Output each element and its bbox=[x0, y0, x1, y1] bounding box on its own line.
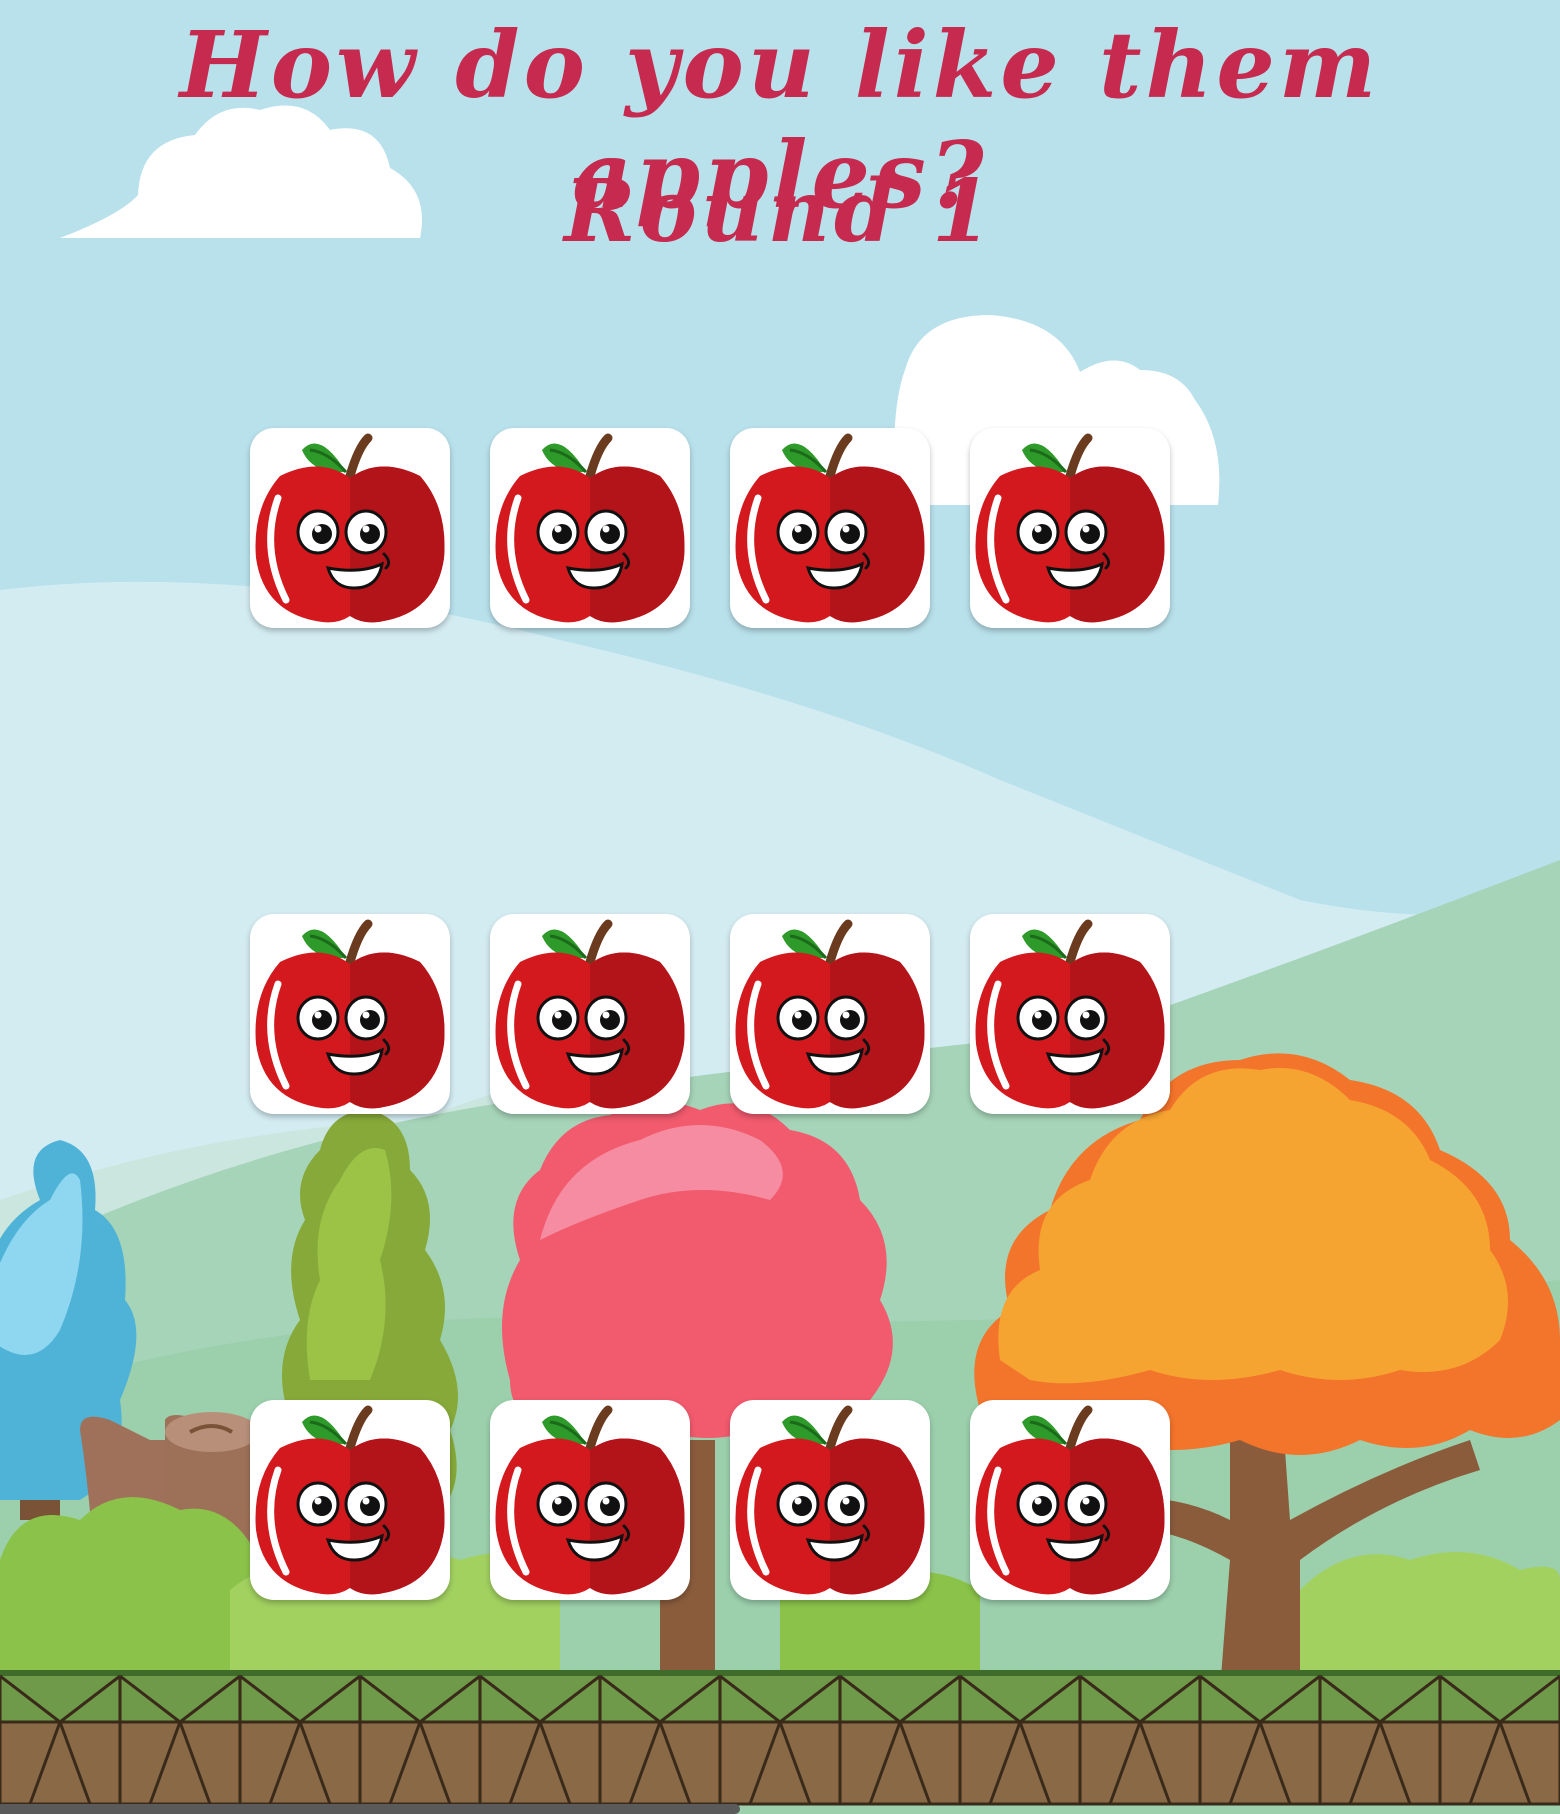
memory-card[interactable] bbox=[970, 1400, 1170, 1600]
apple-face-icon bbox=[735, 1405, 925, 1595]
apple-face-icon bbox=[735, 919, 925, 1109]
memory-card[interactable] bbox=[250, 1400, 450, 1600]
memory-card[interactable] bbox=[490, 428, 690, 628]
apple-face-icon bbox=[255, 433, 445, 623]
bottom-scrollbar[interactable] bbox=[0, 1804, 740, 1814]
apple-face-icon bbox=[975, 433, 1165, 623]
card-grid bbox=[0, 0, 1560, 1814]
memory-card[interactable] bbox=[730, 1400, 930, 1600]
memory-card[interactable] bbox=[250, 914, 450, 1114]
apple-face-icon bbox=[495, 919, 685, 1109]
apple-face-icon bbox=[735, 433, 925, 623]
memory-card[interactable] bbox=[250, 428, 450, 628]
apple-face-icon bbox=[975, 1405, 1165, 1595]
apple-face-icon bbox=[495, 433, 685, 623]
memory-card[interactable] bbox=[970, 428, 1170, 628]
memory-card[interactable] bbox=[970, 914, 1170, 1114]
memory-card[interactable] bbox=[730, 428, 930, 628]
game-scene: How do you like them apples? Round 1 bbox=[0, 0, 1560, 1814]
apple-face-icon bbox=[255, 1405, 445, 1595]
apple-face-icon bbox=[255, 919, 445, 1109]
memory-card[interactable] bbox=[730, 914, 930, 1114]
memory-card[interactable] bbox=[490, 1400, 690, 1600]
apple-face-icon bbox=[975, 919, 1165, 1109]
apple-face-icon bbox=[495, 1405, 685, 1595]
memory-card[interactable] bbox=[490, 914, 690, 1114]
